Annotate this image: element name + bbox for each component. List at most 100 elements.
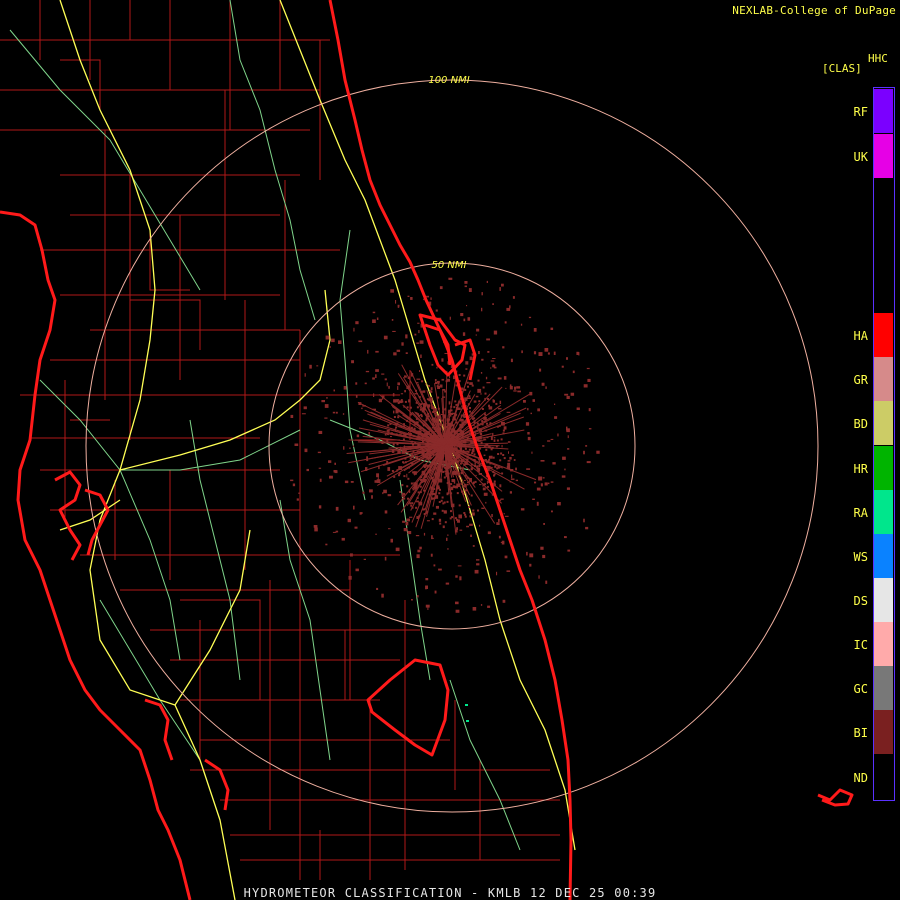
echo-cell: [414, 333, 417, 336]
echo-cell: [487, 351, 490, 353]
echo-cell: [567, 448, 570, 450]
echo-core-cell: [454, 400, 457, 403]
echo-cell: [455, 575, 458, 578]
echo-cell: [391, 319, 394, 321]
echo-cell: [355, 382, 358, 385]
echo-cell: [532, 399, 535, 402]
echo-cell: [426, 520, 430, 522]
echo-cell: [353, 505, 355, 510]
echo-core-cell: [481, 408, 484, 410]
echo-cell: [492, 303, 494, 305]
echo-core-cell: [468, 395, 471, 398]
echo-cell: [397, 304, 400, 307]
echo-cell: [540, 546, 544, 550]
echo-cell: [335, 411, 338, 414]
echo-cell: [486, 280, 488, 283]
echo-core-cell: [461, 419, 463, 422]
echo-cell: [460, 313, 464, 317]
echo-core-cell: [502, 454, 505, 456]
echo-cell: [473, 400, 477, 403]
echo-cell: [390, 538, 393, 543]
echo-cell: [392, 393, 395, 397]
echo-cell: [358, 340, 363, 343]
echo-cell: [532, 498, 535, 500]
legend-swatch-bi: [874, 710, 893, 754]
echo-cell: [462, 332, 466, 336]
echo-cell: [511, 454, 514, 456]
legend-product: HHC: [868, 52, 888, 65]
echo-cell: [469, 523, 473, 526]
echo-cell: [507, 441, 511, 443]
echo-cell: [531, 451, 533, 454]
echo-cell: [547, 482, 550, 485]
echo-cell: [361, 512, 363, 514]
echo-cell: [329, 475, 333, 479]
echo-cell: [469, 382, 473, 385]
echo-cell: [371, 495, 373, 499]
echo-cell: [475, 474, 477, 476]
echo-core-cell: [391, 470, 394, 472]
echo-cell: [466, 305, 468, 307]
echo-cell: [481, 307, 483, 312]
echo-cell: [562, 456, 566, 460]
echo-cell: [387, 494, 392, 497]
echo-cell: [383, 489, 387, 494]
echo-cell: [362, 491, 365, 494]
legend-code-ha: HA: [853, 329, 868, 343]
echo-core-cell: [477, 509, 479, 512]
echo-cell: [384, 556, 387, 561]
echo-cell: [438, 518, 442, 522]
echo-cell: [463, 318, 466, 322]
echo-core-cell: [484, 392, 487, 395]
echo-ra-cell: [465, 704, 468, 706]
echo-core-cell: [472, 509, 475, 512]
echo-core-cell: [401, 400, 404, 403]
echo-cell: [499, 484, 502, 488]
legend-code-ds: DS: [853, 594, 868, 608]
echo-cell: [393, 352, 397, 356]
echo-cell: [324, 417, 328, 419]
echo-core-cell: [393, 416, 396, 418]
echo-cell: [290, 479, 294, 482]
echo-cell: [542, 477, 545, 479]
echo-cell: [583, 450, 585, 455]
echo-core-cell: [409, 457, 412, 460]
echo-core-cell: [451, 516, 453, 519]
echo-cell: [401, 342, 404, 346]
echo-cell: [415, 535, 420, 537]
echo-cell: [585, 445, 588, 447]
echo-core-cell: [386, 439, 389, 442]
echo-cell: [306, 468, 309, 472]
echo-core-cell: [469, 407, 471, 409]
echo-cell: [529, 391, 533, 396]
echo-core-cell: [425, 419, 428, 422]
echo-core-cell: [397, 416, 400, 419]
echo-cell: [517, 390, 521, 393]
echo-core-cell: [464, 513, 467, 516]
echo-cell: [496, 571, 498, 576]
echo-cell: [395, 547, 400, 552]
echo-cell: [547, 352, 550, 355]
echo-cell: [319, 478, 322, 482]
echo-cell: [521, 350, 523, 354]
echo-cell: [376, 473, 379, 478]
echo-cell: [378, 398, 382, 403]
echo-cell: [508, 451, 509, 454]
echo-cell: [487, 531, 491, 535]
echo-cell: [564, 536, 567, 539]
echo-cell: [437, 380, 440, 384]
echo-cell: [464, 281, 468, 284]
echo-cell: [396, 349, 401, 352]
echo-cell: [409, 516, 413, 518]
echo-core-cell: [420, 415, 423, 418]
echo-cell: [355, 321, 359, 325]
legend-swatch-ha: [874, 313, 893, 357]
echo-cell: [386, 429, 390, 432]
echo-cell: [364, 382, 367, 385]
echo-cell: [353, 445, 354, 447]
echo-cell: [483, 492, 488, 496]
echo-cell: [406, 473, 408, 478]
echo-cell: [403, 528, 408, 532]
echo-cell: [497, 377, 502, 380]
echo-core-cell: [453, 486, 456, 489]
